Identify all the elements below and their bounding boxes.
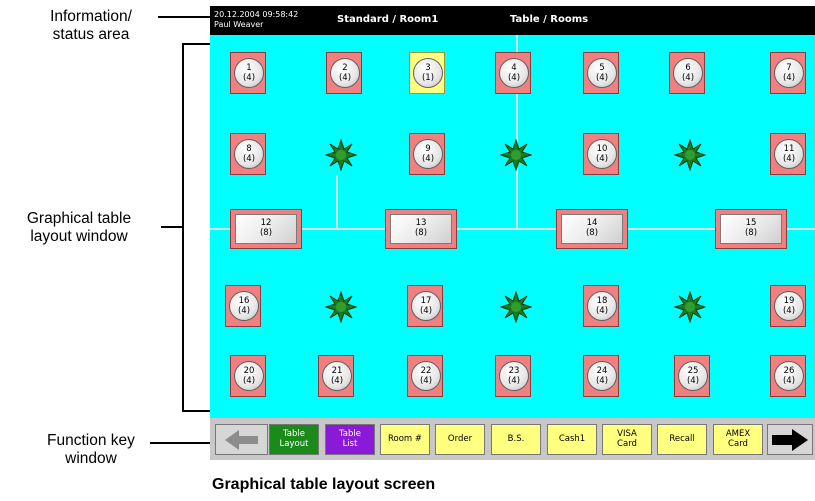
- status-datetime-user: 20.12.2004 09:58:42 Paul Weaver: [214, 10, 298, 29]
- status-layout: Standard / Room1: [337, 14, 439, 25]
- table-12[interactable]: 12 (8): [230, 209, 302, 249]
- table-2[interactable]: 2 (4): [326, 52, 362, 94]
- table-label: 21 (4): [330, 366, 344, 386]
- arrow-left-icon: [224, 429, 258, 450]
- table-17[interactable]: 17 (4): [407, 285, 443, 327]
- figure-caption: Graphical table layout screen: [212, 476, 436, 493]
- plant-icon: [674, 139, 706, 171]
- table-label: 5 (4): [595, 63, 609, 83]
- status-view: Table / Rooms: [510, 14, 589, 25]
- table-label: 14 (8): [585, 218, 599, 238]
- table-label: 26 (4): [782, 366, 796, 386]
- function-key-window: Table Layout Table List Room # Order B.S…: [210, 418, 815, 460]
- table-label: 12 (8): [259, 218, 273, 238]
- annotation-layout-window: Graphical table layout window: [26, 210, 132, 246]
- table-label: 23 (4): [507, 366, 521, 386]
- annotation-pointer-function: [150, 442, 210, 444]
- table-6[interactable]: 6 (4): [669, 52, 705, 94]
- table-19[interactable]: 19 (4): [770, 285, 806, 327]
- table-22[interactable]: 22 (4): [407, 355, 443, 397]
- table-3[interactable]: 3 (1): [409, 52, 445, 94]
- table-14[interactable]: 14 (8): [556, 209, 628, 249]
- table-20[interactable]: 20 (4): [230, 355, 266, 397]
- table-label: 25 (4): [686, 366, 700, 386]
- table-8[interactable]: 8 (4): [230, 133, 266, 175]
- annotation-function-window: Function key window: [47, 432, 135, 468]
- table-5[interactable]: 5 (4): [583, 52, 619, 94]
- table-label: 16 (4): [237, 296, 251, 316]
- table-label: 24 (4): [595, 366, 609, 386]
- visa-card-button[interactable]: VISA Card: [602, 424, 652, 455]
- table-label: 2 (4): [338, 63, 352, 83]
- annotation-pointer-status: [158, 16, 210, 18]
- plant-icon: [674, 291, 706, 323]
- table-26[interactable]: 26 (4): [770, 355, 806, 397]
- plant-icon: [325, 291, 357, 323]
- bracket-layout-vertical: [182, 43, 184, 412]
- connector-line: [336, 175, 338, 230]
- table-16[interactable]: 16 (4): [225, 285, 261, 327]
- table-label: 22 (4): [419, 366, 433, 386]
- table-label: 3 (1): [421, 63, 435, 83]
- bracket-layout-top: [182, 43, 210, 45]
- table-layout-button[interactable]: Table Layout: [269, 424, 319, 455]
- table-label: 8 (4): [242, 144, 256, 164]
- pos-screen: 20.12.2004 09:58:42 Paul Weaver Standard…: [210, 6, 815, 460]
- table-label: 1 (4): [242, 63, 256, 83]
- table-layout-window: 1 (4) 2 (4) 3 (1) 4 (4) 5 (4) 6 (4) 7 (4…: [210, 35, 815, 418]
- room-number-button[interactable]: Room #: [380, 424, 430, 455]
- table-label: 6 (4): [681, 63, 695, 83]
- amex-card-button[interactable]: AMEX Card: [713, 424, 763, 455]
- next-page-button[interactable]: [767, 424, 813, 455]
- recall-button[interactable]: Recall: [657, 424, 707, 455]
- table-label: 7 (4): [782, 63, 796, 83]
- table-9[interactable]: 9 (4): [409, 133, 445, 175]
- table-1[interactable]: 1 (4): [230, 52, 266, 94]
- annotation-status-area: Information/ status area: [50, 8, 132, 44]
- bracket-layout-pointer: [161, 226, 182, 228]
- table-label: 17 (4): [419, 296, 433, 316]
- prev-page-button[interactable]: [215, 424, 268, 455]
- table-list-button[interactable]: Table List: [325, 424, 375, 455]
- table-7[interactable]: 7 (4): [770, 52, 806, 94]
- table-21[interactable]: 21 (4): [318, 355, 354, 397]
- table-11[interactable]: 11 (4): [770, 133, 806, 175]
- table-label: 20 (4): [242, 366, 256, 386]
- arrow-right-icon: [772, 428, 808, 451]
- table-24[interactable]: 24 (4): [583, 355, 619, 397]
- plant-icon: [325, 139, 357, 171]
- cash1-button[interactable]: Cash1: [547, 424, 597, 455]
- plant-icon: [500, 139, 532, 171]
- table-15[interactable]: 15 (8): [715, 209, 787, 249]
- table-label: 4 (4): [507, 63, 521, 83]
- order-button[interactable]: Order: [435, 424, 485, 455]
- table-4[interactable]: 4 (4): [495, 52, 531, 94]
- table-18[interactable]: 18 (4): [583, 285, 619, 327]
- table-10[interactable]: 10 (4): [583, 133, 619, 175]
- table-label: 15 (8): [744, 218, 758, 238]
- table-25[interactable]: 25 (4): [674, 355, 710, 397]
- table-label: 19 (4): [782, 296, 796, 316]
- status-bar: 20.12.2004 09:58:42 Paul Weaver Standard…: [210, 6, 815, 35]
- bracket-layout-bottom: [182, 410, 210, 412]
- table-label: 11 (4): [782, 144, 796, 164]
- bs-button[interactable]: B.S.: [491, 424, 541, 455]
- table-label: 18 (4): [595, 296, 609, 316]
- table-23[interactable]: 23 (4): [495, 355, 531, 397]
- table-label: 9 (4): [421, 144, 435, 164]
- table-label: 13 (8): [414, 218, 428, 238]
- table-label: 10 (4): [595, 144, 609, 164]
- status-datetime: 20.12.2004 09:58:42: [214, 10, 299, 19]
- table-13[interactable]: 13 (8): [385, 209, 457, 249]
- status-user: Paul Weaver: [214, 19, 264, 29]
- plant-icon: [500, 291, 532, 323]
